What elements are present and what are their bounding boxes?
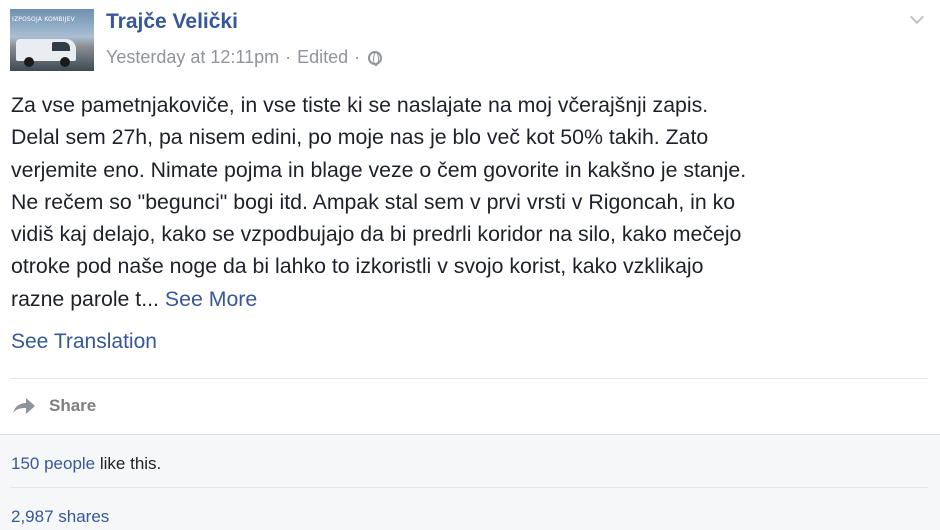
see-translation-link[interactable]: See Translation <box>11 330 157 354</box>
likes-suffix: like this. <box>95 454 162 473</box>
likes-people-link[interactable]: 150 people <box>11 454 95 473</box>
post-timestamp[interactable]: Yesterday at 12:11pm <box>106 47 279 68</box>
globe-icon[interactable] <box>368 50 383 66</box>
meta-separator-2: · <box>354 47 361 67</box>
meta-separator: · <box>285 47 292 67</box>
edited-label[interactable]: Edited <box>297 47 348 68</box>
post-line-last: razne parole t... See More <box>11 283 926 315</box>
share-arrow-icon <box>11 396 37 416</box>
author-name[interactable]: Trajče Velički <box>106 10 238 34</box>
likes-summary: 150 people like this. <box>11 454 161 474</box>
post-line: vidiš kaj delajo, kako se vzpodbujajo da… <box>11 222 742 247</box>
post-line: Za vse pametnjakoviče, in vse tiste ki s… <box>11 93 709 117</box>
post-line: Delal sem 27h, pa nisem edini, po moje n… <box>11 125 709 150</box>
post-body: Za vse pametnjakoviče, in vse tiste ki s… <box>11 89 926 315</box>
post-line: otroke pod naše noge da bi lahko to izko… <box>11 254 704 279</box>
see-more-link[interactable]: See More <box>165 287 257 311</box>
stats-divider <box>11 487 928 488</box>
facebook-post: IZPOSOJA KOMBIJEV Trajče Velički Yesterd… <box>0 0 940 530</box>
share-label: Share <box>49 396 97 415</box>
post-meta: Yesterday at 12:11pm · Edited · <box>106 47 383 68</box>
post-line: verjemite eno. Nimate pojma in blage vez… <box>11 157 747 182</box>
post-line: Ne rečem so "begunci" bogi itd. Ampak st… <box>11 189 736 214</box>
author-avatar[interactable]: IZPOSOJA KOMBIJEV <box>10 9 94 71</box>
post-truncated-text: razne parole t... <box>11 286 159 311</box>
divider <box>11 378 928 379</box>
post-stats: 150 people like this. 2,987 shares <box>0 434 940 530</box>
chevron-down-icon[interactable] <box>910 12 924 26</box>
share-button[interactable]: Share <box>11 393 96 419</box>
avatar-sign-text: IZPOSOJA KOMBIJEV <box>12 16 75 23</box>
shares-count-link[interactable]: 2,987 shares <box>11 507 109 527</box>
